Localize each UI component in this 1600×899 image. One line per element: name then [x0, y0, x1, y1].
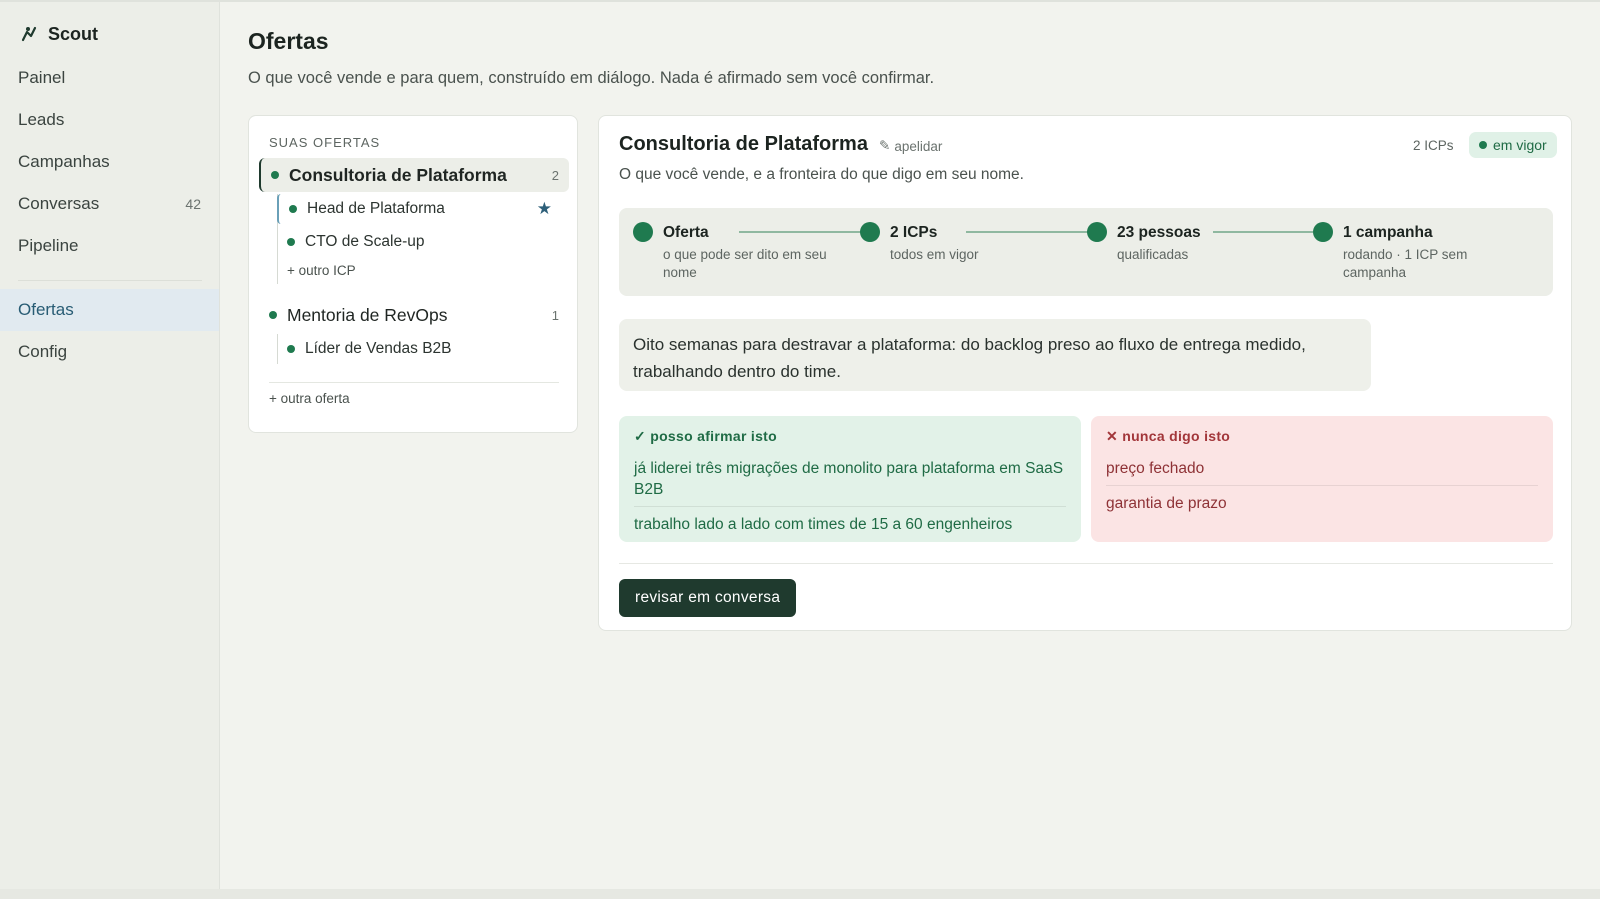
status-dot	[271, 171, 279, 179]
app-name: Scout	[48, 23, 99, 44]
status-dot	[287, 345, 295, 353]
sidebar-item-ofertas[interactable]: Ofertas	[0, 289, 219, 331]
sidebar-item-pipeline[interactable]: Pipeline	[0, 225, 219, 267]
status-dot	[269, 311, 277, 319]
sidebar-item-label: Conversas	[18, 194, 100, 213]
step-circle	[860, 222, 880, 242]
step-circle	[1313, 222, 1333, 242]
add-offer-link[interactable]: + outra oferta	[269, 391, 350, 406]
pencil-icon: ✎	[879, 138, 891, 153]
step-circle	[633, 222, 653, 242]
offers-list-panel: SUAS OFERTAS Consultoria de Plataforma 2…	[248, 115, 578, 433]
app-brand[interactable]: Scout	[20, 22, 98, 46]
sidebar-item-label: Ofertas	[18, 300, 74, 319]
scout-logo-icon	[21, 26, 37, 42]
sidebar-item-leads[interactable]: Leads	[0, 99, 219, 141]
status-label: em vigor	[1493, 137, 1547, 153]
sidebar-item-label: Campanhas	[18, 152, 110, 171]
step-title: 1 campanha	[1343, 224, 1433, 241]
offers-section-label: SUAS OFERTAS	[269, 135, 381, 150]
step-circle	[1087, 222, 1107, 242]
conversas-count-badge: 42	[185, 196, 201, 212]
never-claim-heading: ✕ nunca digo isto	[1106, 428, 1231, 444]
sidebar-item-painel[interactable]: Painel	[0, 57, 219, 99]
step-title: 23 pessoas	[1117, 224, 1201, 241]
offer-detail-title: Consultoria de Plataforma	[619, 133, 868, 155]
top-border	[0, 0, 1600, 2]
status-dot	[289, 205, 297, 213]
offer-name: Consultoria de Plataforma	[289, 164, 507, 185]
sidebar-item-label: Pipeline	[18, 236, 79, 255]
sidebar-item-conversas[interactable]: Conversas 42	[0, 183, 219, 225]
sidebar: Scout Painel Leads Campanhas Conversas 4…	[0, 2, 220, 889]
sidebar-item-label: Painel	[18, 68, 66, 87]
can-claim-box: ✓ posso afirmar isto já liderei três mig…	[619, 416, 1081, 542]
icp-count: 2 ICPs	[1413, 138, 1454, 153]
detail-divider	[619, 563, 1553, 564]
step-connector	[966, 231, 1096, 233]
offers-divider	[269, 382, 559, 383]
step-desc: qualificadas	[1117, 247, 1189, 262]
sidebar-item-label: Config	[18, 342, 68, 361]
review-in-conversation-button[interactable]: revisar em conversa	[619, 579, 797, 617]
never-claim-box: ✕ nunca digo isto preço fechado garantia…	[1091, 416, 1553, 542]
sidebar-item-campanhas[interactable]: Campanhas	[0, 141, 219, 183]
step-title: 2 ICPs	[890, 224, 938, 241]
claim-item: preço fechado	[1106, 460, 1205, 477]
page-subtitle: O que você vende e para quem, construído…	[248, 69, 935, 87]
offer-detail-subtitle: O que você vende, e a fronteira do que d…	[619, 166, 1024, 183]
icp-item-head-de-plataforma[interactable]: Head de Plataforma ★	[277, 194, 562, 224]
step-desc: todos em vigor	[890, 247, 979, 262]
offer-item-mentoria[interactable]: Mentoria de RevOps 1	[259, 298, 569, 332]
step-connector	[739, 231, 869, 233]
add-icp-link[interactable]: + outro ICP	[287, 263, 356, 278]
can-claim-heading: ✓ posso afirmar isto	[634, 428, 777, 444]
icp-name: CTO de Scale-up	[305, 233, 425, 250]
offer-name: Mentoria de RevOps	[287, 304, 448, 325]
offer-icp-count: 1	[551, 307, 559, 323]
offer-pitch: Oito semanas para destravar a plataforma…	[619, 319, 1371, 391]
page-title: Ofertas	[248, 28, 329, 54]
claim-item: trabalho lado a lado com times de 15 a 6…	[634, 506, 1066, 541]
rename-link[interactable]: ✎ apelidar	[879, 138, 942, 154]
icp-name: Head de Plataforma	[307, 200, 445, 217]
sidebar-divider	[18, 280, 202, 281]
status-badge: em vigor	[1469, 132, 1557, 158]
sidebar-item-config[interactable]: Config	[0, 331, 219, 373]
step-title: Oferta	[663, 224, 709, 241]
sidebar-item-label: Leads	[18, 110, 65, 129]
status-dot	[1479, 141, 1487, 149]
claim-item: garantia de prazo	[1106, 485, 1538, 520]
offer-item-consultoria[interactable]: Consultoria de Plataforma 2	[259, 158, 569, 192]
step-connector	[1213, 231, 1313, 233]
progress-steps: Oferta o que pode ser dito em seu nome 2…	[619, 208, 1553, 296]
star-icon[interactable]: ★	[537, 199, 552, 219]
claim-item: já liderei três migrações de monolito pa…	[634, 460, 1064, 498]
rename-label: apelidar	[894, 138, 943, 154]
icp-item-lider-de-vendas[interactable]: Líder de Vendas B2B	[277, 334, 562, 364]
icp-name: Líder de Vendas B2B	[305, 340, 452, 357]
offer-icp-count: 2	[551, 167, 559, 183]
step-desc: rodando · 1 ICP sem campanha	[1343, 247, 1468, 280]
step-desc: o que pode ser dito em seu nome	[663, 247, 827, 280]
bottom-bar	[0, 889, 1600, 899]
offer-detail-panel: Consultoria de Plataforma ✎ apelidar 2 I…	[598, 115, 1572, 631]
status-dot	[287, 238, 295, 246]
icp-item-cto-de-scale-up[interactable]: CTO de Scale-up	[277, 227, 562, 257]
